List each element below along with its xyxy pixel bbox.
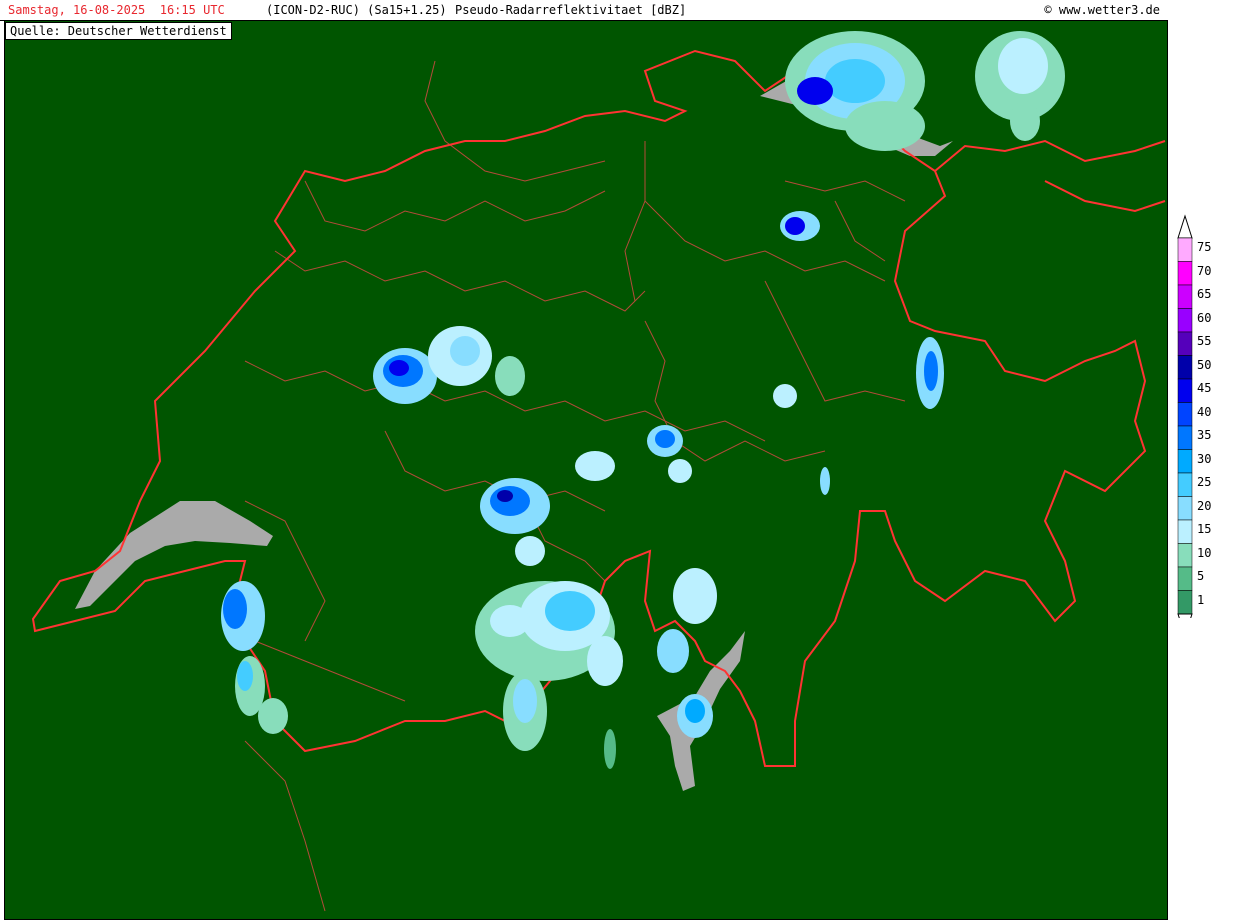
legend-label: 50 <box>1197 357 1212 372</box>
legend-swatch <box>1177 378 1193 403</box>
legend-swatch <box>1177 543 1193 568</box>
legend-label: 35 <box>1197 428 1212 442</box>
legend-swatch <box>1177 261 1193 286</box>
legend-swatch <box>1177 331 1193 356</box>
legend-label: 65 <box>1197 287 1212 301</box>
legend-swatch <box>1177 496 1193 521</box>
legend-arrow-up <box>1177 214 1193 239</box>
legend-label: 40 <box>1197 404 1212 419</box>
legend-swatch <box>1177 449 1193 474</box>
cell-geneva-south <box>221 581 288 734</box>
legend-label: 15 <box>1197 522 1212 536</box>
site-credit: © www.wetter3.de <box>1044 3 1160 17</box>
legend-swatch <box>1177 284 1193 309</box>
forecast-datetime: Samstag, 16-08-2025 16:15 UTC <box>8 3 225 17</box>
source-label: Quelle: Deutscher Wetterdienst <box>5 22 232 40</box>
legend-swatch <box>1177 472 1193 497</box>
radar-map <box>4 20 1168 920</box>
cell-bernese-oberland <box>480 451 615 566</box>
legend-label: 60 <box>1197 310 1212 325</box>
legend-label: 10 <box>1197 545 1212 560</box>
header-bar: Samstag, 16-08-2025 16:15 UTC (ICON-D2-R… <box>0 0 1166 21</box>
cell-zurich <box>780 211 820 241</box>
legend-label: 55 <box>1197 334 1212 348</box>
legend-label: 70 <box>1197 263 1212 278</box>
legend-swatch <box>1177 590 1193 615</box>
legend-bar <box>1177 214 1193 618</box>
legend-swatch <box>1177 237 1193 262</box>
color-legend: 75 70 65 60 55 50 45 40 35 30 25 20 15 10 5 1 <box>1176 214 1256 618</box>
product-title: Pseudo-Radarreflektivitaet [dBZ] <box>455 3 687 17</box>
legend-swatch <box>1177 519 1193 544</box>
legend-label: 5 <box>1197 569 1205 583</box>
legend-swatch <box>1177 402 1193 427</box>
legend-label: 20 <box>1197 498 1212 513</box>
regional-boundaries <box>244 60 906 912</box>
legend-swatch <box>1177 566 1193 591</box>
legend-label: 1 <box>1197 592 1205 607</box>
precipitation-cells <box>221 31 1065 769</box>
legend-swatch <box>1177 308 1193 333</box>
legend-swatch <box>1177 355 1193 380</box>
model-run: (ICON-D2-RUC) (Sa15+1.25) <box>266 3 447 17</box>
legend-label: 45 <box>1197 381 1212 395</box>
legend-label: 25 <box>1197 475 1212 489</box>
cell-valais <box>475 581 623 769</box>
cell-central <box>647 384 797 483</box>
legend-arrow-down <box>1177 613 1193 618</box>
cell-lake-constance <box>785 31 1065 151</box>
legend-label: 30 <box>1197 451 1212 466</box>
cell-jura <box>373 326 525 404</box>
legend-label: 75 <box>1197 240 1212 254</box>
cell-graubunden <box>820 337 944 495</box>
map-canvas <box>31 31 1166 912</box>
legend-swatch <box>1177 425 1193 450</box>
